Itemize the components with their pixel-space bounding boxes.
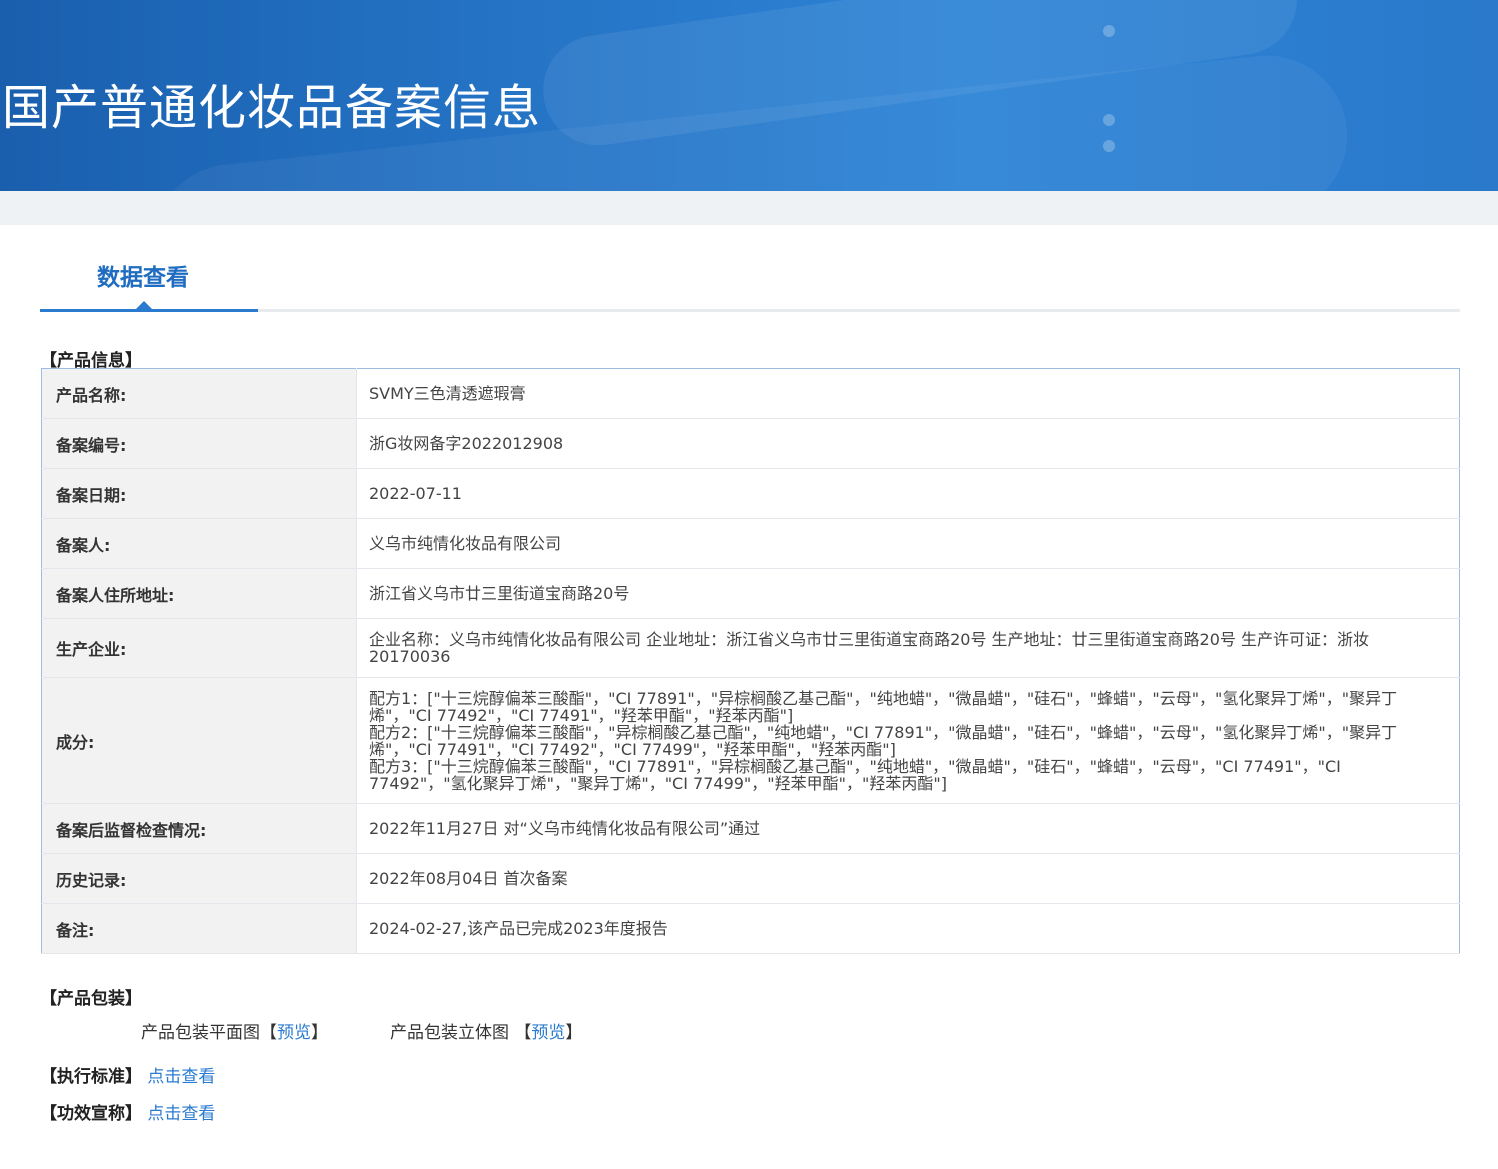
row-key: 产品名称: [41, 368, 357, 419]
row-key: 成分: [41, 677, 357, 804]
banner-dot [1103, 25, 1115, 37]
efficacy-view-link[interactable]: 点击查看 [147, 1104, 215, 1124]
packaging-section-title: 【产品包装】 [40, 989, 142, 1009]
row-value: 浙江省义乌市廿三里街道宝商路20号 [356, 568, 1460, 619]
row-key: 备注: [41, 903, 357, 954]
standard-row: 【执行标准】 点击查看 [40, 1062, 215, 1087]
row-key: 备案编号: [41, 418, 357, 469]
table-row: 备案编号: 浙G妆网备字2022012908 [41, 418, 1460, 469]
row-key: 备案后监督检查情况: [41, 803, 357, 854]
product-info-table: 产品名称: SVMY三色清透遮瑕膏 备案编号: 浙G妆网备字2022012908… [41, 368, 1460, 954]
tab-arrow-indicator [136, 301, 152, 309]
formula-line: 配方2：["十三烷醇偏苯三酸酯"，"异棕榈酸乙基己酯"，"纯地蜡"，"CI 77… [369, 722, 1398, 759]
header-strip [0, 191, 1498, 225]
bracket-open: 【 [260, 1023, 277, 1043]
header-banner: 国产普通化妆品备案信息 [0, 0, 1498, 191]
row-value: 浙G妆网备字2022012908 [356, 418, 1460, 469]
table-row: 生产企业: 企业名称：义乌市纯情化妆品有限公司 企业地址：浙江省义乌市廿三里街道… [41, 618, 1460, 678]
table-row: 备注: 2024-02-27,该产品已完成2023年度报告 [41, 903, 1460, 954]
banner-dot [1103, 140, 1115, 152]
package-stereo-label: 产品包装立体图 [390, 1023, 509, 1043]
table-row: 历史记录: 2022年08月04日 首次备案 [41, 853, 1460, 904]
row-value: 2024-02-27,该产品已完成2023年度报告 [356, 903, 1460, 954]
formula-line: 配方3：["十三烷醇偏苯三酸酯"，"CI 77891"，"异棕榈酸乙基己酯"，"… [369, 756, 1341, 793]
formula-line: 配方1：["十三烷醇偏苯三酸酯"，"CI 77891"，"异棕榈酸乙基己酯"，"… [369, 688, 1398, 725]
efficacy-label: 【功效宣称】 [40, 1104, 142, 1124]
row-key: 备案人住所地址: [41, 568, 357, 619]
table-row: 成分: 配方1：["十三烷醇偏苯三酸酯"，"CI 77891"，"异棕榈酸乙基己… [41, 677, 1460, 804]
bracket-close: 】 [311, 1023, 328, 1043]
banner-dot [1103, 114, 1115, 126]
row-value: 2022-07-11 [356, 468, 1460, 519]
package-flat-preview-link[interactable]: 预览 [277, 1023, 311, 1043]
row-key: 历史记录: [41, 853, 357, 904]
package-flat-label: 产品包装平面图 [141, 1023, 260, 1043]
row-key: 生产企业: [41, 618, 357, 678]
tab-active-indicator [40, 309, 258, 312]
row-value: SVMY三色清透遮瑕膏 [356, 368, 1460, 419]
row-key: 备案人: [41, 518, 357, 569]
table-row: 备案人住所地址: 浙江省义乌市廿三里街道宝商路20号 [41, 568, 1460, 619]
package-flat-item: 产品包装平面图【预览】 [141, 1018, 328, 1043]
row-value: 企业名称：义乌市纯情化妆品有限公司 企业地址：浙江省义乌市廿三里街道宝商路20号… [356, 618, 1460, 678]
tab-data-view[interactable]: 数据查看 [97, 258, 189, 292]
table-row: 备案后监督检查情况: 2022年11月27日 对“义乌市纯情化妆品有限公司”通过 [41, 803, 1460, 854]
bracket-open: 【 [514, 1023, 532, 1043]
row-value: 2022年08月04日 首次备案 [356, 853, 1460, 904]
row-key: 备案日期: [41, 468, 357, 519]
table-row: 备案人: 义乌市纯情化妆品有限公司 [41, 518, 1460, 569]
standard-view-link[interactable]: 点击查看 [147, 1067, 215, 1087]
package-stereo-preview-link[interactable]: 预览 [531, 1023, 565, 1043]
ingredients-value: 配方1：["十三烷醇偏苯三酸酯"，"CI 77891"，"异棕榈酸乙基己酯"，"… [356, 677, 1460, 804]
standard-label: 【执行标准】 [40, 1067, 142, 1087]
table-row: 备案日期: 2022-07-11 [41, 468, 1460, 519]
row-value: 2022年11月27日 对“义乌市纯情化妆品有限公司”通过 [356, 803, 1460, 854]
page-title: 国产普通化妆品备案信息 [2, 80, 542, 136]
bracket-close: 】 [565, 1023, 583, 1043]
row-value: 义乌市纯情化妆品有限公司 [356, 518, 1460, 569]
table-row: 产品名称: SVMY三色清透遮瑕膏 [41, 368, 1460, 419]
package-stereo-item: 产品包装立体图 【预览】 [390, 1018, 582, 1043]
efficacy-row: 【功效宣称】 点击查看 [40, 1099, 215, 1124]
